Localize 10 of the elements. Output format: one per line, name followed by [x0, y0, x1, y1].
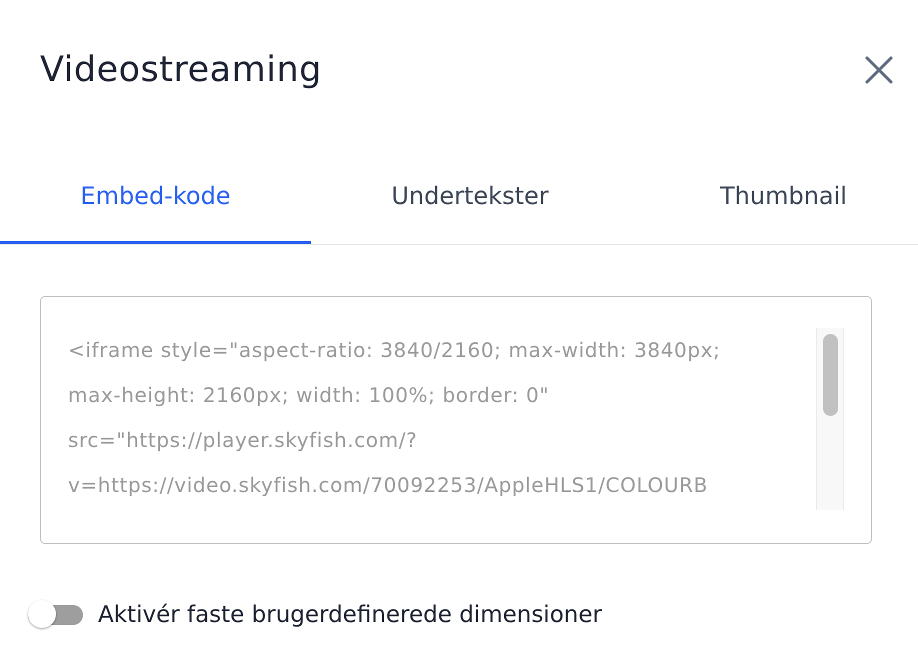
- toggle-label: Aktivér faste brugerdefinerede dimensioner: [98, 601, 602, 630]
- embed-code-text: <iframe style="aspect-ratio: 3840/2160; max-width: 3840px; max-height: 2160px; width: 100%; border: 0" src="https://player.skyfish.com/? v=https://video.skyfish.com/70092253/AppleHLS1/COLOURB: [68, 337, 722, 499]
- scrollbar-track[interactable]: [816, 328, 844, 510]
- tab[interactable]: Thumbnail: [629, 150, 918, 244]
- tab[interactable]: Embed-kode: [0, 150, 311, 244]
- scrollbar-thumb[interactable]: [822, 334, 838, 416]
- close-icon[interactable]: [865, 56, 893, 84]
- dialog-title: Videostreaming: [40, 52, 322, 88]
- tab[interactable]: Undertekster: [311, 150, 629, 244]
- toggle-switch[interactable]: [28, 600, 83, 630]
